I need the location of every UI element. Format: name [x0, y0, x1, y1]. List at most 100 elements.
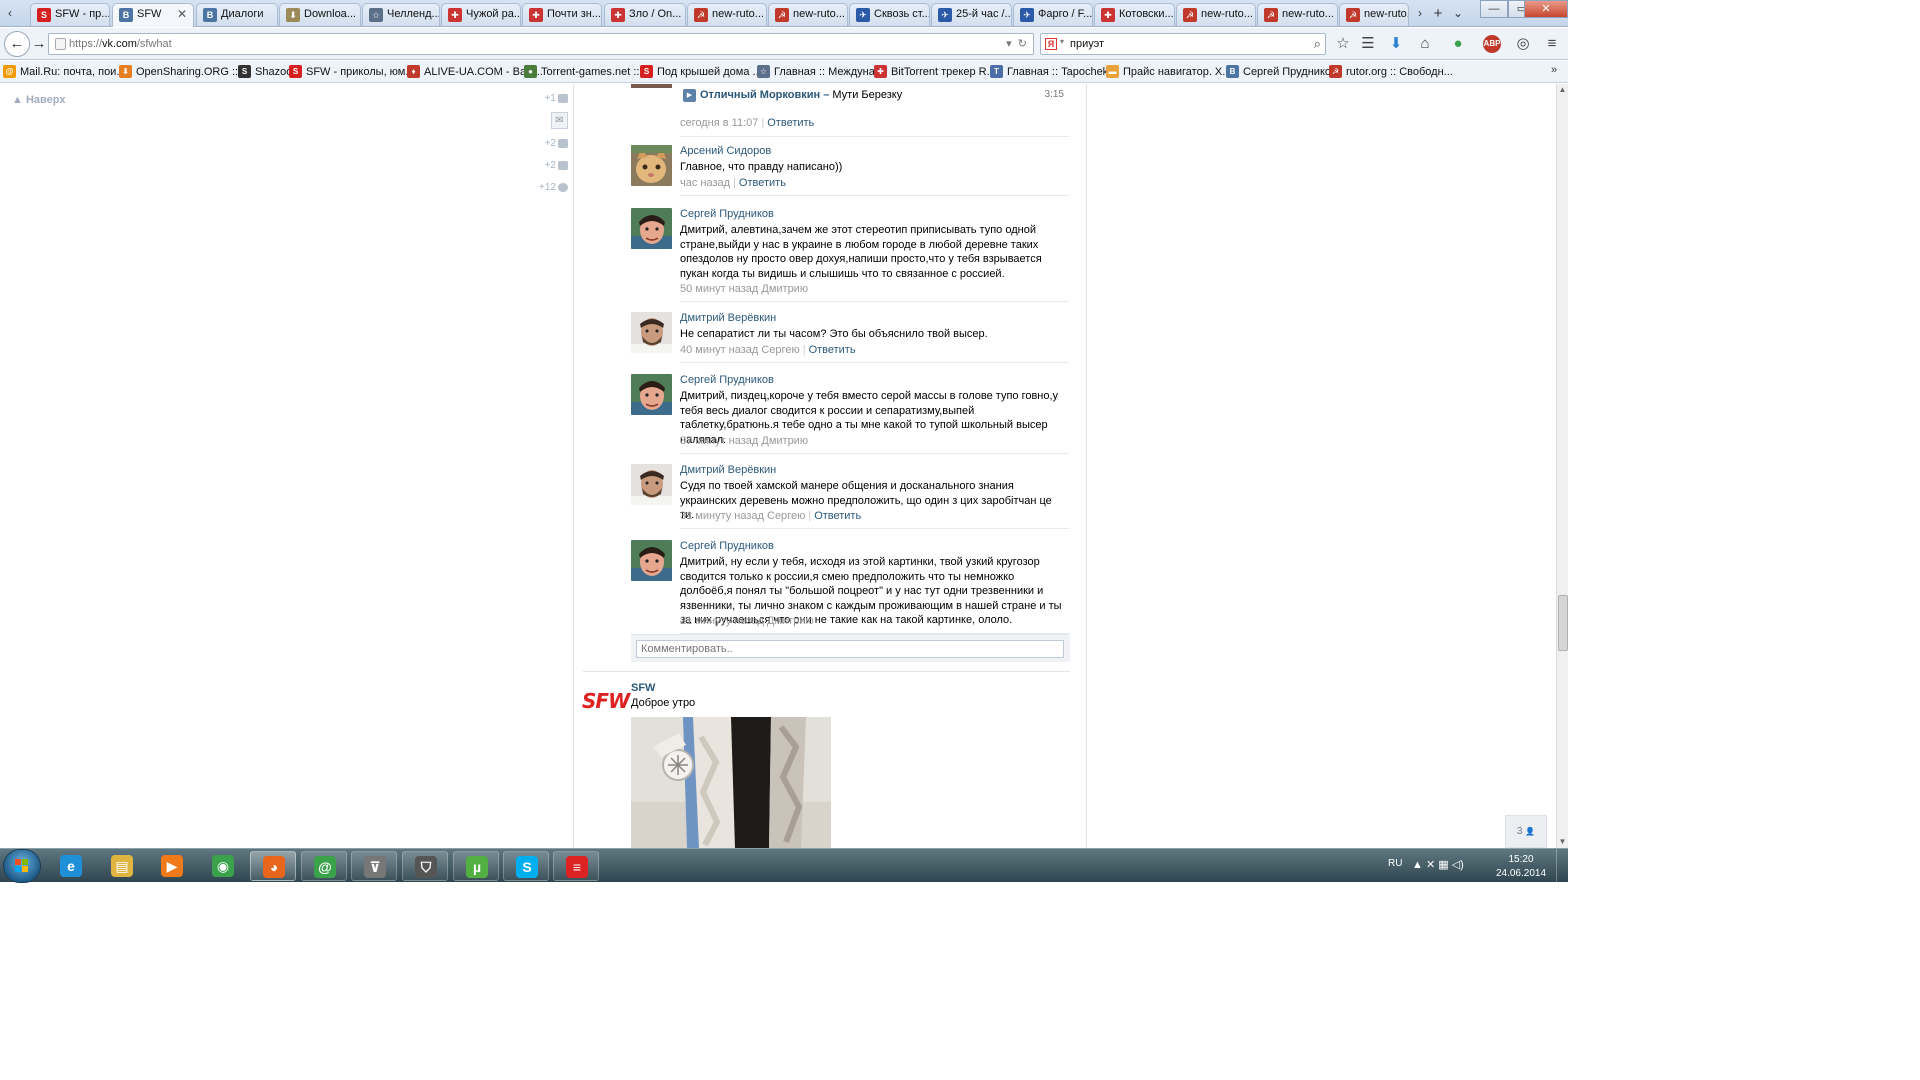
- post-photo[interactable]: [631, 717, 831, 848]
- audio-artist[interactable]: Отличный Морковкин: [700, 89, 820, 101]
- tab-list-button[interactable]: ⌄: [1450, 4, 1466, 23]
- tab-2[interactable]: В Диалоги: [196, 3, 278, 26]
- url-bar[interactable]: https://vk.com/sfwhat ▾ ↻: [48, 33, 1034, 55]
- taskbar-app[interactable]: ▤: [99, 851, 145, 881]
- comment-author[interactable]: Арсений Сидоров: [680, 145, 771, 157]
- system-tray[interactable]: ▲ ✕ ▦ ◁): [1412, 858, 1464, 871]
- new-tab-button[interactable]: +: [1430, 4, 1446, 23]
- bookmark-item[interactable]: ♦ ALIVE-UA.COM - Вам...: [407, 64, 543, 80]
- avatar[interactable]: [631, 540, 672, 581]
- reload-icon[interactable]: ↻: [1018, 38, 1027, 50]
- bookmark-star-icon[interactable]: ☆: [1332, 34, 1354, 54]
- bookmark-item[interactable]: ☭ rutor.org :: Свободн...: [1329, 64, 1453, 80]
- bookmark-item[interactable]: ☆ Главная :: Междуна...: [757, 64, 884, 80]
- comment-time[interactable]: 21 минуту назад Дмитрию: [680, 615, 814, 627]
- taskbar-app[interactable]: e: [48, 851, 94, 881]
- bookmark-item[interactable]: ✚ BitTorrent трекер R...: [874, 64, 996, 80]
- taskbar-app[interactable]: ≡: [553, 851, 599, 881]
- notifications-counter[interactable]: +12: [539, 182, 568, 193]
- bookmark-item[interactable]: ⬇ OpenSharing.ORG ::...: [119, 64, 247, 80]
- avatar[interactable]: [631, 464, 672, 505]
- tab-13[interactable]: ✚ Котовски...: [1094, 3, 1175, 26]
- adblock-plus-icon[interactable]: ABP: [1483, 35, 1501, 53]
- tab-7[interactable]: ✚ Зло / On...: [604, 3, 686, 26]
- audio-attachment[interactable]: ▶ Отличный Морковкин – Мути Березку 3:15: [680, 88, 1069, 104]
- start-button[interactable]: [4, 850, 40, 882]
- home-icon[interactable]: ⌂: [1414, 34, 1436, 54]
- bookmark-item[interactable]: T Главная :: Tapochek...: [990, 64, 1117, 80]
- search-bar[interactable]: Я ▾ приуэт ⌕: [1040, 33, 1326, 55]
- search-icon[interactable]: ⌕: [1314, 36, 1321, 52]
- yandex-icon[interactable]: Я: [1045, 38, 1057, 50]
- reply-link[interactable]: Ответить: [809, 344, 856, 356]
- reply-link[interactable]: Ответить: [767, 117, 814, 129]
- avatar[interactable]: [631, 208, 672, 249]
- tab-16[interactable]: ☭ new-ruto...: [1339, 3, 1409, 26]
- sfw-logo[interactable]: SFW: [582, 689, 630, 713]
- page-scrollbar[interactable]: ▲ ▼: [1556, 84, 1568, 848]
- downloads-icon[interactable]: ⬇: [1385, 34, 1407, 54]
- comment-time[interactable]: час назад: [680, 177, 730, 189]
- comment-time[interactable]: 37 минут назад Дмитрию: [680, 435, 808, 447]
- tab-15[interactable]: ☭ new-ruto...: [1257, 3, 1338, 26]
- comment-time[interactable]: 50 минут назад Дмитрию: [680, 283, 808, 295]
- comment-time[interactable]: сегодня в 11:07: [680, 117, 758, 129]
- comment-input[interactable]: [636, 640, 1064, 658]
- tab-6[interactable]: ✚ Почти зн...: [522, 3, 602, 26]
- sync-icon[interactable]: ◎: [1512, 34, 1534, 54]
- scroll-thumb[interactable]: [1558, 595, 1568, 651]
- tab-scroll-left-button[interactable]: ‹: [2, 4, 18, 23]
- addon-icon[interactable]: ●: [1447, 34, 1469, 54]
- taskbar-app[interactable]: µ: [453, 851, 499, 881]
- taskbar-app[interactable]: S: [503, 851, 549, 881]
- comment-author[interactable]: Сергей Прудников: [680, 374, 774, 386]
- friends-counter[interactable]: +1: [545, 93, 568, 104]
- comment-author[interactable]: Сергей Прудников: [680, 208, 774, 220]
- avatar[interactable]: [631, 145, 672, 186]
- search-input[interactable]: приуэт: [1070, 38, 1104, 50]
- tab-14[interactable]: ☭ new-ruto...: [1176, 3, 1256, 26]
- taskbar-app[interactable]: ▶: [149, 851, 195, 881]
- reply-link[interactable]: Ответить: [739, 177, 786, 189]
- reply-link[interactable]: Ответить: [814, 510, 861, 522]
- taskbar-app[interactable]: @: [301, 851, 347, 881]
- tab-3[interactable]: ⬇ Downloa...: [279, 3, 361, 26]
- taskbar-app[interactable]: ⛉: [402, 851, 448, 881]
- bookmark-item[interactable]: ▬ Прайс навигатор. Х...: [1106, 64, 1231, 80]
- tab-4[interactable]: ☆ Челленд...: [362, 3, 440, 26]
- bookmarks-menu-icon[interactable]: ☰: [1357, 34, 1379, 54]
- mail-icon[interactable]: ✉: [551, 112, 568, 129]
- scroll-up-icon[interactable]: ▲: [1557, 84, 1568, 96]
- show-desktop-button[interactable]: [1556, 849, 1568, 883]
- scroll-to-top-link[interactable]: ▲ Наверх: [12, 94, 65, 106]
- bookmark-item[interactable]: S Под крышей дома ...: [640, 64, 762, 80]
- scroll-down-icon[interactable]: ▼: [1557, 836, 1568, 848]
- language-indicator[interactable]: RU: [1388, 858, 1402, 869]
- comment-time[interactable]: 40 минут назад Сергею: [680, 344, 800, 356]
- tab-scroll-right-button[interactable]: ›: [1412, 4, 1428, 23]
- online-friends-button[interactable]: 3 👤: [1505, 815, 1547, 848]
- avatar[interactable]: [631, 374, 672, 415]
- tab-8[interactable]: ☭ new-ruto...: [687, 3, 767, 26]
- tab-0[interactable]: S SFW - пр...: [30, 3, 110, 26]
- bookmark-item[interactable]: S Shazoo: [238, 64, 292, 80]
- bookmark-item[interactable]: S SFW - приколы, юм...: [289, 64, 415, 80]
- forward-button[interactable]: →: [28, 33, 50, 55]
- post-author[interactable]: SFW: [631, 682, 655, 694]
- tab-1[interactable]: В SFW ✕: [112, 3, 194, 27]
- play-icon[interactable]: ▶: [683, 89, 696, 102]
- avatar[interactable]: [631, 312, 672, 353]
- menu-icon[interactable]: ≡: [1541, 34, 1563, 54]
- url-text[interactable]: https://vk.com/sfwhat: [69, 38, 172, 50]
- tab-9[interactable]: ☭ new-ruto...: [768, 3, 848, 26]
- bookmarks-overflow-icon[interactable]: »: [1551, 64, 1557, 76]
- tab-12[interactable]: ✈ Фарго / F...: [1013, 3, 1093, 26]
- tab-11[interactable]: ✈ 25-й час /...: [931, 3, 1012, 26]
- back-button[interactable]: ←: [4, 31, 30, 57]
- comment-author[interactable]: Дмитрий Верёвкин: [680, 312, 776, 324]
- comment-author[interactable]: Дмитрий Верёвкин: [680, 464, 776, 476]
- close-tab-icon[interactable]: ✕: [177, 4, 187, 25]
- comment-time[interactable]: 31 минуту назад Сергею: [680, 510, 805, 522]
- avatar[interactable]: [631, 84, 672, 88]
- taskbar-app[interactable]: ◕: [250, 851, 296, 881]
